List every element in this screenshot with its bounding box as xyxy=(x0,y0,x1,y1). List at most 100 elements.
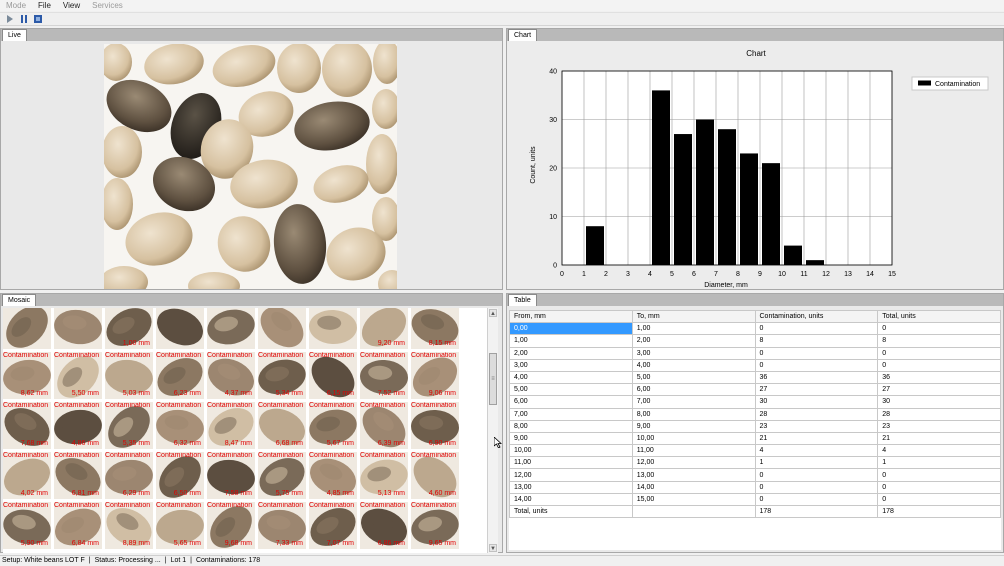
menu-file[interactable]: File xyxy=(32,1,57,10)
table-row[interactable]: 1,00 2,00 8 8 xyxy=(509,334,1001,348)
cell-contamination[interactable]: 0 xyxy=(754,468,879,482)
cell-to[interactable]: 13,00 xyxy=(631,468,756,482)
mosaic-tile[interactable]: Contamination 4,86 mm xyxy=(54,402,102,449)
mosaic-tile[interactable]: Contamination 5,90 mm xyxy=(3,502,51,549)
cell-from[interactable]: 1,00 xyxy=(509,334,633,348)
cell-to[interactable]: 10,00 xyxy=(631,431,756,446)
menu-mode[interactable]: Mode xyxy=(0,1,32,10)
tab-table[interactable]: Table xyxy=(508,294,537,306)
cell-total[interactable]: 4 xyxy=(877,444,1001,458)
cell-to[interactable]: 1,00 xyxy=(631,322,756,336)
cell-total[interactable]: 30 xyxy=(877,395,1001,409)
cell-from[interactable]: 3,00 xyxy=(509,358,633,372)
mosaic-tile[interactable]: Contamination 5,50 mm xyxy=(54,352,102,399)
mosaic-tile[interactable]: Contamination 6,39 mm xyxy=(360,402,408,449)
mosaic-tile[interactable]: Contamination 8,62 mm xyxy=(3,352,51,399)
menu-services[interactable]: Services xyxy=(86,1,129,10)
table-row[interactable]: 2,00 3,00 0 0 xyxy=(509,346,1001,360)
cell-contamination[interactable]: 28 xyxy=(754,407,879,421)
mosaic-tile[interactable]: Contamination 6,50 mm xyxy=(156,452,204,499)
cell-to[interactable]: 4,00 xyxy=(631,358,756,372)
mosaic-tile[interactable]: Contamination 7,68 mm xyxy=(3,402,51,449)
table-row[interactable]: 11,00 12,00 1 1 xyxy=(509,456,1001,470)
cell-total[interactable]: 0 xyxy=(877,346,1001,360)
mosaic-tile[interactable]: Contamination 4,60 mm xyxy=(411,452,459,499)
header-total[interactable]: Total, units xyxy=(877,310,1001,324)
header-contamination[interactable]: Contamination, units xyxy=(754,310,879,324)
mosaic-tile[interactable]: Contamination 5,67 mm xyxy=(309,402,357,449)
cell-from[interactable]: Total, units xyxy=(509,504,633,519)
mosaic-tile[interactable]: Contamination 9,68 mm xyxy=(207,502,255,549)
cell-total[interactable]: 0 xyxy=(877,492,1001,507)
mosaic-tile[interactable]: Contamination 4,37 mm xyxy=(207,352,255,399)
cell-total[interactable]: 28 xyxy=(877,407,1001,421)
cell-to[interactable]: 2,00 xyxy=(631,334,756,348)
mosaic-tile[interactable]: Contamination 6,32 mm xyxy=(156,402,204,449)
cell-from[interactable]: 13,00 xyxy=(509,480,633,494)
cell-to[interactable]: 14,00 xyxy=(631,480,756,494)
cell-contamination[interactable]: 1 xyxy=(754,456,879,470)
mosaic-tile[interactable]: Contamination 1,00 mm xyxy=(105,308,153,349)
mosaic-tile[interactable]: Contamination 9,06 mm xyxy=(411,352,459,399)
cell-total[interactable]: 8 xyxy=(877,334,1001,348)
mosaic-tile[interactable]: Contamination 5,03 mm xyxy=(105,352,153,399)
cell-total[interactable]: 178 xyxy=(877,504,1001,519)
play-button[interactable] xyxy=(4,13,16,25)
mosaic-tile[interactable]: Contamination 6,84 mm xyxy=(54,502,102,549)
stop-button[interactable] xyxy=(32,13,44,25)
table-row[interactable]: 9,00 10,00 21 21 xyxy=(509,431,1001,446)
cell-to[interactable]: 12,00 xyxy=(631,456,756,470)
header-to[interactable]: To, mm xyxy=(631,310,756,324)
cell-to[interactable]: 9,00 xyxy=(631,419,756,433)
table-row[interactable]: 7,00 8,00 28 28 xyxy=(509,407,1001,421)
mosaic-tile[interactable]: Contamination 6,90 mm xyxy=(411,402,459,449)
mosaic-tile[interactable]: Contamination xyxy=(309,308,357,349)
mosaic-tile[interactable]: Contamination 6,86 mm xyxy=(360,502,408,549)
tab-mosaic[interactable]: Mosaic xyxy=(2,294,37,306)
cell-contamination[interactable]: 0 xyxy=(754,492,879,507)
cell-from[interactable]: 7,00 xyxy=(509,407,633,421)
scroll-thumb[interactable]: ≡ xyxy=(489,353,497,405)
cell-contamination[interactable]: 8 xyxy=(754,334,879,348)
table-row[interactable]: 6,00 7,00 30 30 xyxy=(509,395,1001,409)
cell-to[interactable]: 6,00 xyxy=(631,383,756,397)
mosaic-tile[interactable]: Contamination 8,47 mm xyxy=(207,402,255,449)
cell-total[interactable]: 0 xyxy=(877,358,1001,372)
mosaic-scrollbar[interactable]: ▲ ≡ ▼ xyxy=(487,308,498,553)
table-total-row[interactable]: Total, units 178 178 xyxy=(509,504,1001,519)
table-row[interactable]: 10,00 11,00 4 4 xyxy=(509,444,1001,458)
cell-from[interactable]: 10,00 xyxy=(509,444,633,458)
cell-from[interactable]: 8,00 xyxy=(509,419,633,433)
mosaic-tile[interactable]: Contamination 4,02 mm xyxy=(3,452,51,499)
cell-contamination[interactable]: 21 xyxy=(754,431,879,446)
mosaic-tile[interactable]: Contamination 5,13 mm xyxy=(360,452,408,499)
cell-total[interactable]: 21 xyxy=(877,431,1001,446)
header-from[interactable]: From, mm xyxy=(509,310,633,324)
mosaic-tile[interactable]: Contamination 5,75 mm xyxy=(258,452,306,499)
cell-contamination[interactable]: 36 xyxy=(754,370,879,385)
cell-contamination[interactable]: 0 xyxy=(754,480,879,494)
cell-to[interactable]: 11,00 xyxy=(631,444,756,458)
cell-contamination[interactable]: 0 xyxy=(754,346,879,360)
cell-contamination[interactable]: 0 xyxy=(754,322,879,336)
scroll-down-button[interactable]: ▼ xyxy=(489,544,497,552)
mosaic-tile[interactable]: Contamination 7,33 mm xyxy=(258,502,306,549)
mosaic-tile[interactable]: Contamination 6,81 mm xyxy=(54,452,102,499)
mosaic-tile[interactable]: Contamination xyxy=(3,308,51,349)
mosaic-tile[interactable]: Contamination 8,15 mm xyxy=(411,308,459,349)
mosaic-tile[interactable]: Contamination 8,89 mm xyxy=(105,502,153,549)
mosaic-tile[interactable]: Contamination 9,20 mm xyxy=(360,308,408,349)
cell-contamination[interactable]: 23 xyxy=(754,419,879,433)
cell-from[interactable]: 5,00 xyxy=(509,383,633,397)
cell-total[interactable]: 36 xyxy=(877,370,1001,385)
table-row[interactable]: 3,00 4,00 0 0 xyxy=(509,358,1001,372)
cell-total[interactable]: 0 xyxy=(877,480,1001,494)
tab-chart[interactable]: Chart xyxy=(508,29,538,41)
mosaic-tile[interactable]: Contamination 5,34 mm xyxy=(258,352,306,399)
table-row[interactable]: 0,00 1,00 0 0 xyxy=(509,322,1001,336)
cell-total[interactable]: 0 xyxy=(877,322,1001,336)
mosaic-tile[interactable]: Contamination 9,65 mm xyxy=(411,502,459,549)
cell-to[interactable]: 15,00 xyxy=(631,492,756,507)
table-row[interactable]: 13,00 14,00 0 0 xyxy=(509,480,1001,494)
cell-from[interactable]: 11,00 xyxy=(509,456,633,470)
